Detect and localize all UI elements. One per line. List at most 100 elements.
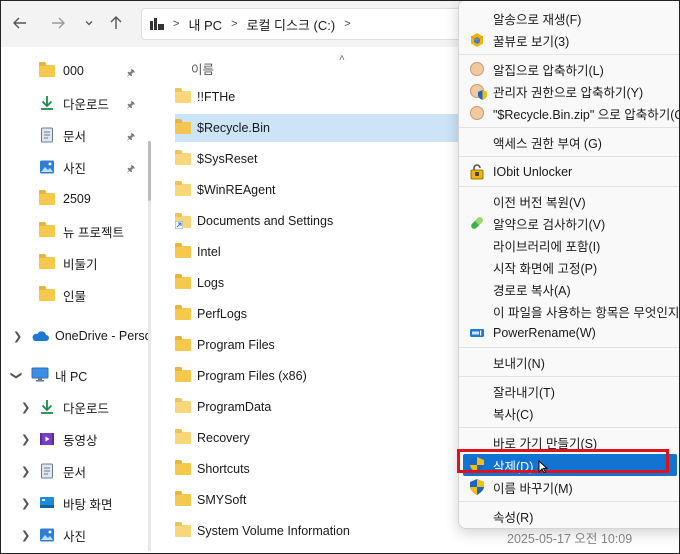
download-icon: [39, 95, 55, 111]
download-icon: [39, 399, 55, 415]
sidebar-item-documents[interactable]: 문서: [39, 121, 86, 149]
date-modified: 2025-05-17 오전 10:09: [507, 532, 633, 546]
menu-item-alyac-scan[interactable]: 알약으로 검사하기(V): [459, 212, 679, 234]
sidebar-item-label: 다운로드: [63, 97, 110, 112]
sidebar-item-label: 바탕 화면: [63, 497, 113, 512]
sidebar-item-label: OneDrive - Perso: [55, 329, 152, 343]
address-bar[interactable]: > 내 PC > 로컬 디스크 (C:) >: [141, 8, 463, 40]
chevron-right-icon[interactable]: ❯: [21, 497, 30, 510]
breadcrumb-this-pc[interactable]: 내 PC: [188, 15, 222, 34]
sort-ascending-icon[interactable]: ˄: [339, 53, 345, 64]
menu-item-label: 관리자 권한으로 압축하기(Y): [493, 85, 644, 100]
menu-item-cut[interactable]: 잘라내기(T): [459, 380, 679, 402]
menu-item-copy-path[interactable]: 경로로 복사(A): [459, 278, 679, 300]
chevron-right-icon[interactable]: ❯: [21, 465, 30, 478]
sidebar-item-pigeon[interactable]: 비둘기: [39, 249, 98, 277]
alyac-pill-icon: [469, 215, 485, 231]
menu-separator: [459, 347, 679, 348]
navigation-pane: 000 🖈︎ 다운로드 🖈︎ 문서 🖈︎ 사진 🖈︎ 2509 뉴 프로젝트 비…: [1, 47, 152, 553]
file-name: Recovery: [197, 431, 250, 445]
sidebar-item-this-pc[interactable]: 내 PC: [31, 361, 87, 389]
menu-item-powerrename[interactable]: PowerRename(W): [459, 322, 679, 344]
folder-icon: [175, 88, 191, 103]
folder-icon: [175, 367, 191, 382]
folder-icon: [39, 254, 55, 269]
sidebar-item-new-project[interactable]: 뉴 프로젝트: [39, 217, 124, 245]
menu-item-alzip-zip-name[interactable]: "$Recycle.Bin.zip" 으로 압축하기(Q: [459, 102, 679, 124]
pin-icon: 🖈︎: [126, 164, 136, 175]
menu-item-alzip-compress[interactable]: 알집으로 압축하기(L): [459, 58, 679, 80]
breadcrumb-local-disk[interactable]: 로컬 디스크 (C:): [247, 15, 336, 34]
menu-separator: [459, 376, 679, 377]
menu-item-label: 보내기(N): [493, 356, 545, 371]
menu-item-properties[interactable]: 속성(R): [459, 505, 679, 527]
sidebar-item-pc-pictures[interactable]: 사진: [39, 521, 86, 549]
file-name: System Volume Information: [197, 524, 350, 538]
scrollbar-thumb[interactable]: [148, 141, 151, 201]
menu-item-create-shortcut[interactable]: 바로 가기 만들기(S): [459, 431, 679, 453]
sidebar-item-people[interactable]: 인물: [39, 281, 86, 309]
menu-item-pin-start[interactable]: 시작 화면에 고정(P): [459, 256, 679, 278]
file-name: !!FTHe: [197, 90, 236, 104]
menu-item-label: 잘라내기(T): [493, 385, 555, 400]
sidebar-item-label: 문서: [63, 129, 87, 144]
shield-uac-icon: [469, 457, 485, 473]
alzip-icon: [469, 105, 485, 121]
folder-icon: [175, 491, 191, 506]
sidebar-item-onedrive[interactable]: OneDrive - Perso: [31, 322, 152, 350]
pin-icon: 🖈︎: [126, 68, 136, 79]
sidebar-item-000[interactable]: 000: [39, 57, 84, 85]
folder-icon: [39, 190, 55, 205]
chevron-right-icon[interactable]: ❯: [21, 529, 30, 542]
chevron-right-icon[interactable]: ❯: [21, 401, 30, 414]
menu-item-honeyview[interactable]: 꿀뷰로 보기(3): [459, 29, 679, 51]
forward-arrow-icon[interactable]: [47, 11, 69, 35]
menu-item-restore-previous[interactable]: 이전 버전 복원(V): [459, 190, 679, 212]
menu-item-send-to[interactable]: 보내기(N): [459, 351, 679, 373]
up-arrow-icon[interactable]: [105, 11, 127, 35]
sidebar-item-2509[interactable]: 2509: [39, 185, 91, 213]
menu-item-file-locksmith[interactable]: 이 파일을 사용하는 항목은 무엇인지: [459, 300, 679, 322]
context-menu: 알송으로 재생(F) 꿀뷰로 보기(3) 알집으로 압축하기(L) 관리자 권한…: [458, 1, 679, 529]
menu-item-delete[interactable]: 삭제(D): [463, 454, 677, 476]
menu-item-grant-access[interactable]: 액세스 권한 부여 (G): [459, 131, 679, 153]
menu-item-label: 알송으로 재생(F): [493, 12, 582, 27]
file-row-selected[interactable]: $Recycle.Bin: [175, 114, 475, 142]
sidebar-item-label: 사진: [63, 161, 87, 176]
menu-separator: [459, 156, 679, 157]
sidebar-item-label: 사진: [63, 529, 87, 544]
chevron-down-icon[interactable]: ❯: [10, 371, 23, 380]
file-name: ProgramData: [197, 400, 272, 414]
menu-item-label: 경로로 복사(A): [493, 283, 571, 298]
sidebar-item-pictures[interactable]: 사진: [39, 153, 86, 181]
back-arrow-icon[interactable]: [9, 11, 31, 35]
menu-item-iobit-unlocker[interactable]: IObit Unlocker: [459, 161, 679, 183]
sidebar-item-pc-desktop[interactable]: 바탕 화면: [39, 489, 112, 517]
sidebar-item-label: 문서: [63, 465, 87, 480]
column-header-name[interactable]: 이름: [191, 59, 214, 78]
folder-icon: [39, 62, 55, 77]
menu-item-alzip-admin[interactable]: 관리자 권한으로 압축하기(Y): [459, 80, 679, 102]
folder-icon: [39, 222, 55, 237]
menu-item-include-library[interactable]: 라이브러리에 포함(I): [459, 234, 679, 256]
folder-icon: [175, 460, 191, 475]
sidebar-item-downloads[interactable]: 다운로드: [39, 89, 109, 117]
menu-separator: [459, 186, 679, 187]
menu-item-label: 이전 버전 복원(V): [493, 195, 586, 210]
menu-item-label: 라이브러리에 포함(I): [493, 239, 601, 254]
sidebar-item-pc-downloads[interactable]: 다운로드: [39, 393, 109, 421]
chevron-right-icon[interactable]: ❯: [13, 330, 22, 343]
file-name: PerfLogs: [197, 307, 248, 321]
folder-icon: [175, 274, 191, 289]
menu-item-label: 액세스 권한 부여 (G): [493, 136, 602, 151]
menu-item-alsong-play[interactable]: 알송으로 재생(F): [459, 7, 679, 29]
sidebar-item-pc-videos[interactable]: 동영상: [39, 425, 98, 453]
menu-item-label: IObit Unlocker: [493, 165, 573, 179]
chevron-down-icon[interactable]: [78, 11, 100, 35]
chevron-right-icon[interactable]: ❯: [21, 433, 30, 446]
menu-item-rename[interactable]: 이름 바꾸기(M): [459, 476, 679, 498]
menu-item-copy[interactable]: 복사(C): [459, 402, 679, 424]
sidebar-item-pc-documents[interactable]: 문서: [39, 457, 86, 485]
honeyview-icon: [469, 32, 485, 48]
sidebar-scrollbar[interactable]: [148, 141, 151, 551]
